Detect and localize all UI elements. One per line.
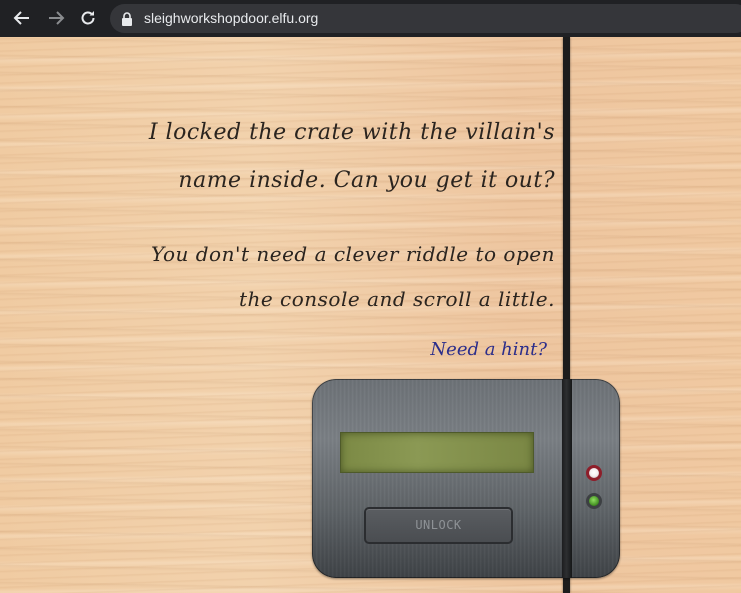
lock-seam: [562, 379, 572, 578]
message-line-4: the console and scroll a little.: [238, 287, 555, 311]
arrow-left-icon: [13, 11, 29, 25]
lock-display-screen: [340, 432, 534, 473]
page-content: I locked the crate with the villain's na…: [0, 37, 741, 593]
arrow-right-icon: [49, 11, 65, 25]
back-button[interactable]: [10, 6, 34, 30]
lock-console: UNLOCK: [312, 379, 620, 578]
url-text: sleighworkshopdoor.elfu.org: [144, 10, 319, 26]
unlock-button[interactable]: UNLOCK: [364, 507, 513, 544]
reload-icon: [81, 11, 95, 25]
message-line-1: I locked the crate with the villain's: [148, 120, 555, 145]
forward-button[interactable]: [44, 6, 68, 30]
reload-button[interactable]: [76, 6, 100, 30]
browser-toolbar: sleighworkshopdoor.elfu.org: [0, 0, 741, 37]
red-indicator-light: [586, 465, 602, 481]
message-line-2: name inside. Can you get it out?: [178, 168, 555, 193]
green-indicator-light: [586, 493, 602, 509]
address-bar[interactable]: sleighworkshopdoor.elfu.org: [110, 4, 741, 33]
lock-icon: [122, 12, 132, 26]
message-line-3: You don't need a clever riddle to open: [151, 242, 555, 266]
hint-link[interactable]: Need a hint?: [430, 339, 547, 360]
